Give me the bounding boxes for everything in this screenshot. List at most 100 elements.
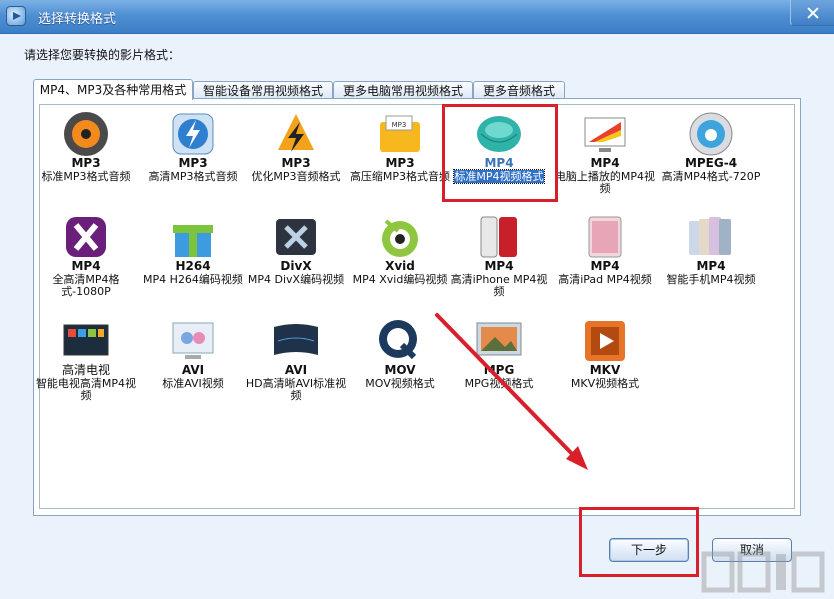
next-button[interactable]: 下一步 bbox=[609, 538, 689, 562]
format-description-text: MP4 H264编码视频 bbox=[143, 273, 243, 286]
xvid-eye-icon bbox=[376, 213, 424, 261]
format-description-text: 智能电视高清MP4视频 bbox=[35, 377, 137, 402]
format-description-text: 高清iPad MP4视频 bbox=[558, 273, 652, 286]
format-item[interactable]: MKV MKV视频格式 bbox=[553, 315, 657, 419]
format-description-text: 高清iPhone MP4视频 bbox=[450, 273, 548, 298]
tab-audio[interactable]: 更多音频格式 bbox=[473, 81, 565, 99]
format-name: MP3 bbox=[281, 156, 311, 170]
window-title: 选择转换格式 bbox=[38, 12, 117, 27]
format-description: 全高清MP4格式-1080P bbox=[34, 274, 138, 298]
format-description: 高压缩MP3格式音频 bbox=[348, 171, 452, 183]
format-name: MP4 bbox=[484, 259, 514, 273]
format-name: MP3 bbox=[71, 156, 101, 170]
tab-smart-devices[interactable]: 智能设备常用视频格式 bbox=[193, 81, 333, 99]
format-description-text: MP4 DivX编码视频 bbox=[247, 273, 345, 286]
format-name: MP3 bbox=[385, 156, 415, 170]
format-description: MPG视频格式 bbox=[447, 378, 551, 390]
format-item[interactable]: MP3 标准MP3格式音频 bbox=[34, 108, 138, 212]
format-item[interactable]: DivX MP4 DivX编码视频 bbox=[244, 211, 348, 315]
format-description-text: 高清MP4格式-720P bbox=[661, 170, 761, 183]
format-item[interactable]: MP3 高清MP3格式音频 bbox=[141, 108, 245, 212]
format-item[interactable]: MPEG-4 高清MP4格式-720P bbox=[659, 108, 763, 212]
title-bar: 选择转换格式 bbox=[0, 0, 834, 34]
iphone-icon bbox=[475, 213, 523, 261]
format-name: H264 bbox=[175, 259, 211, 273]
cone-lightning-icon bbox=[272, 110, 320, 158]
monitor-rainbow-icon bbox=[581, 110, 629, 158]
format-description-text: MP4 Xvid编码视频 bbox=[352, 273, 448, 286]
format-name: MPEG-4 bbox=[684, 156, 738, 170]
format-item[interactable]: AVI HD高清晰AVI标准视频 bbox=[244, 315, 348, 419]
format-name: MOV bbox=[384, 363, 416, 377]
gift-box-icon bbox=[169, 213, 217, 261]
format-description: MP4 H264编码视频 bbox=[141, 274, 245, 286]
monitor-avi-icon bbox=[169, 317, 217, 365]
format-description: 高清MP4格式-720P bbox=[659, 171, 763, 183]
format-item[interactable]: 高清电视 智能电视高清MP4视频 bbox=[34, 315, 138, 419]
tab-pc-video[interactable]: 更多电脑常用视频格式 bbox=[333, 81, 473, 99]
landscape-screen-icon bbox=[475, 317, 523, 365]
format-description: 电脑上播放的MP4视频 bbox=[553, 171, 657, 195]
format-description-text: 标准MP3格式音频 bbox=[41, 170, 131, 183]
format-item[interactable]: MPG MPG视频格式 bbox=[447, 315, 551, 419]
format-item[interactable]: AVI 标准AVI视频 bbox=[141, 315, 245, 419]
format-description-text: MOV视频格式 bbox=[365, 377, 435, 390]
format-name: AVI bbox=[181, 363, 205, 377]
format-item[interactable]: MP4 高清iPad MP4视频 bbox=[553, 211, 657, 315]
format-description-text: 智能手机MP4视频 bbox=[666, 273, 756, 286]
quicktime-icon bbox=[376, 317, 424, 365]
format-name: AVI bbox=[284, 363, 308, 377]
format-item[interactable]: MP4 全高清MP4格式-1080P bbox=[34, 211, 138, 315]
format-name: DivX bbox=[280, 259, 312, 273]
format-name: MKV bbox=[589, 363, 621, 377]
format-name: MP3 bbox=[178, 156, 208, 170]
format-description-text: MPG视频格式 bbox=[464, 377, 534, 390]
ipad-icon bbox=[581, 213, 629, 261]
format-item[interactable]: MP3 MP3 高压缩MP3格式音频 bbox=[348, 108, 452, 212]
format-name: MP4 bbox=[484, 156, 514, 170]
format-description: HD高清晰AVI标准视频 bbox=[244, 378, 348, 402]
format-item[interactable]: MP4 电脑上播放的MP4视频 bbox=[553, 108, 657, 212]
format-description-text: 高压缩MP3格式音频 bbox=[349, 170, 451, 183]
format-name: Xvid bbox=[385, 259, 415, 273]
format-name: MP4 bbox=[71, 259, 101, 273]
format-description-text: 高清MP3格式音频 bbox=[148, 170, 238, 183]
format-description: 智能电视高清MP4视频 bbox=[34, 378, 138, 402]
divx-x-icon bbox=[272, 213, 320, 261]
format-description: MP4 Xvid编码视频 bbox=[348, 274, 452, 286]
format-item[interactable]: MP3 优化MP3音频格式 bbox=[244, 108, 348, 212]
format-description: MOV视频格式 bbox=[348, 378, 452, 390]
format-prompt: 请选择您要转换的影片格式： bbox=[24, 48, 181, 62]
format-description: 标准MP3格式音频 bbox=[34, 171, 138, 183]
format-item[interactable]: MP4 高清iPhone MP4视频 bbox=[447, 211, 551, 315]
format-item[interactable]: MOV MOV视频格式 bbox=[348, 315, 452, 419]
format-description: 高清MP3格式音频 bbox=[141, 171, 245, 183]
app-logo-icon bbox=[6, 6, 26, 26]
format-item[interactable]: MP4 智能手机MP4视频 bbox=[659, 211, 763, 315]
format-description: MKV视频格式 bbox=[553, 378, 657, 390]
curved-screen-icon bbox=[272, 317, 320, 365]
format-description-text: 标准MP4视频格式 bbox=[453, 169, 545, 184]
format-description: 优化MP3音频格式 bbox=[244, 171, 348, 183]
format-description: MP4 DivX编码视频 bbox=[244, 274, 348, 286]
format-description-text: 优化MP3音频格式 bbox=[251, 170, 341, 183]
format-description-text: MKV视频格式 bbox=[570, 377, 640, 390]
format-description-text: 标准AVI视频 bbox=[162, 377, 224, 390]
lightning-disc-icon bbox=[169, 110, 217, 158]
format-item[interactable]: H264 MP4 H264编码视频 bbox=[141, 211, 245, 315]
smartphones-icon bbox=[687, 213, 735, 261]
tab-common-formats[interactable]: MP4、MP3及各种常用格式 bbox=[33, 79, 193, 100]
format-name: MP4 bbox=[590, 156, 620, 170]
format-description: 标准MP4视频格式 bbox=[447, 169, 551, 184]
play-square-icon bbox=[581, 317, 629, 365]
format-description-text: 全高清MP4格式-1080P bbox=[52, 273, 120, 298]
apple-circle-icon bbox=[687, 110, 735, 158]
format-item[interactable]: MP4 标准MP4视频格式 bbox=[447, 108, 551, 212]
close-icon[interactable] bbox=[790, 0, 834, 26]
format-name: MP4 bbox=[696, 259, 726, 273]
format-description-text: HD高清晰AVI标准视频 bbox=[245, 377, 347, 402]
format-item[interactable]: Xvid MP4 Xvid编码视频 bbox=[348, 211, 452, 315]
tv-icon bbox=[62, 317, 110, 365]
format-description: 智能手机MP4视频 bbox=[659, 274, 763, 286]
speaker-disc-icon bbox=[62, 110, 110, 158]
